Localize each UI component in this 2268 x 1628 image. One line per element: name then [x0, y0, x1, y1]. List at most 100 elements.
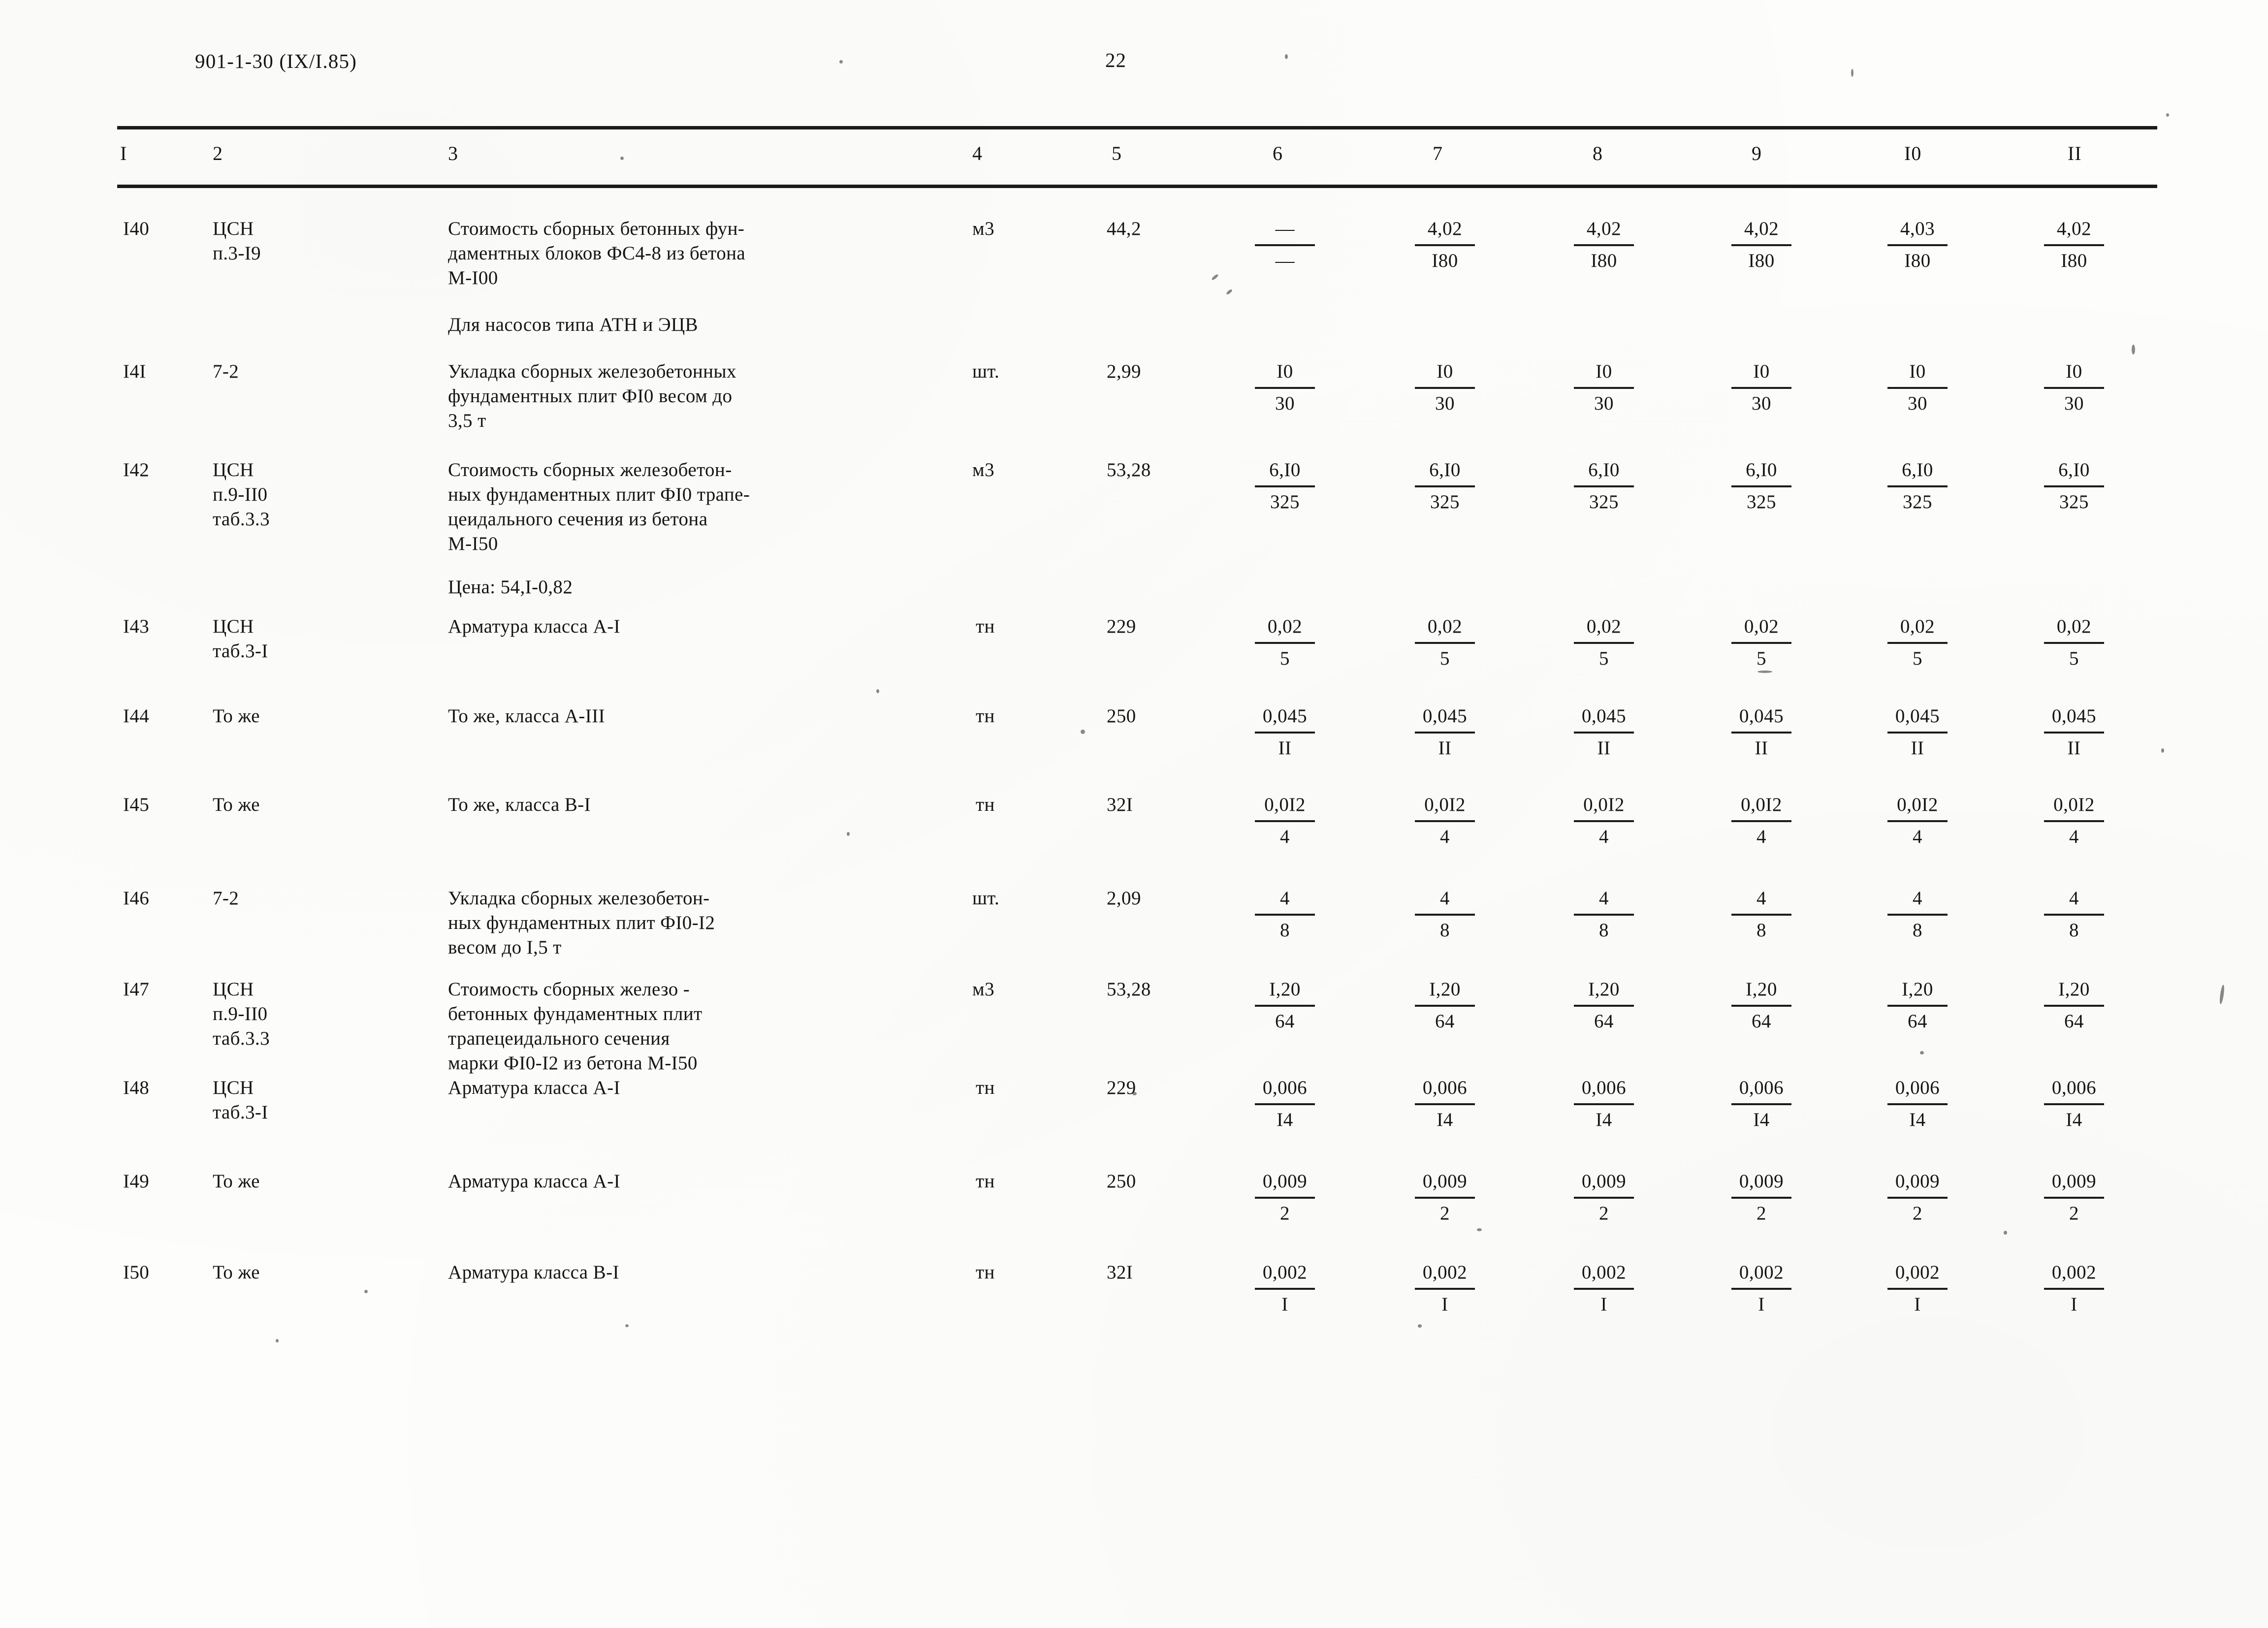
- fraction-bar: [1887, 642, 1948, 644]
- value-cell-col9: 6,I0 325: [1715, 459, 1808, 513]
- row-description: Арматура класса А-I: [448, 1077, 620, 1098]
- fraction-bar: [1574, 485, 1634, 487]
- row-description: Стоимость сборных железобетон- ных фунда…: [448, 459, 750, 554]
- row-code: 7-2: [213, 888, 239, 909]
- value-cell-col9: 0,006 I4: [1715, 1077, 1808, 1131]
- value-cell-col9: 0,045 II: [1715, 705, 1808, 760]
- row-quantity: 53,28: [1107, 979, 1151, 1000]
- fraction-bar: [1574, 244, 1634, 246]
- value-cell-col8: 6,I0 325: [1557, 459, 1651, 513]
- value-cell-col6: 0,006 I4: [1238, 1077, 1332, 1131]
- value-cell-col7: 4 8: [1398, 887, 1492, 942]
- fraction-bar: [1415, 820, 1475, 822]
- row-quantity: 2,09: [1107, 888, 1141, 909]
- row-quantity: 229: [1107, 1077, 1136, 1098]
- value-cell-col11: 0,009 2: [2027, 1170, 2121, 1225]
- column-header-9: 9: [1752, 142, 1762, 164]
- value-cell-col6: 4 8: [1238, 887, 1332, 942]
- fraction-bar: [1255, 1197, 1315, 1199]
- table-header-rule: [117, 185, 2157, 188]
- fraction-bar: [1731, 1103, 1791, 1105]
- fraction-bar: [1255, 642, 1315, 644]
- row-unit: тн: [976, 794, 995, 815]
- row-code: 7-2: [213, 361, 239, 382]
- value-cell-col8: I0 30: [1557, 360, 1651, 415]
- row-number: I49: [123, 1171, 150, 1192]
- row-number: I47: [123, 979, 150, 1000]
- fraction-bar: [1731, 387, 1791, 389]
- value-cell-col9: 0,009 2: [1715, 1170, 1808, 1225]
- fraction-bar: [1731, 1005, 1791, 1007]
- value-cell-col10: I,20 64: [1871, 978, 1964, 1033]
- value-cell-col10: 0,009 2: [1871, 1170, 1964, 1225]
- row-quantity: 250: [1107, 1171, 1136, 1192]
- fraction-bar: [1574, 1005, 1634, 1007]
- fraction-bar: [2044, 1288, 2104, 1290]
- column-header-8: 8: [1593, 142, 1603, 164]
- value-cell-col6: 0,002 I: [1238, 1261, 1332, 1316]
- fraction-bar: [1574, 387, 1634, 389]
- value-cell-col11: 4,02 I80: [2027, 218, 2121, 272]
- fraction-bar: [1574, 820, 1634, 822]
- document-code: 901-1-30 (IX/I.85): [195, 50, 357, 72]
- fraction-bar: [1255, 1288, 1315, 1290]
- row-code: ЦСН п.3-I9: [213, 218, 261, 264]
- fraction-bar: [1255, 485, 1315, 487]
- fraction-bar: [2044, 1197, 2104, 1199]
- row-description: Укладка сборных железобетонных фундамент…: [448, 361, 736, 431]
- value-cell-col11: 6,I0 325: [2027, 459, 2121, 513]
- row-unit: тн: [976, 705, 995, 727]
- row-description: То же, класса А-III: [448, 705, 605, 727]
- row-number: I50: [123, 1262, 150, 1283]
- value-cell-col8: 0,009 2: [1557, 1170, 1651, 1225]
- row-code: То же: [213, 1171, 260, 1192]
- value-cell-col6: 0,009 2: [1238, 1170, 1332, 1225]
- fraction-bar: [1887, 1197, 1948, 1199]
- row-quantity: 44,2: [1107, 218, 1141, 239]
- fraction-bar: [1887, 820, 1948, 822]
- value-cell-col10: 0,002 I: [1871, 1261, 1964, 1316]
- fraction-bar: [1415, 642, 1475, 644]
- fraction-bar: [1731, 244, 1791, 246]
- fraction-bar: [1415, 914, 1475, 916]
- column-header-4: 4: [972, 142, 983, 164]
- row-description: Укладка сборных железобетон- ных фундаме…: [448, 888, 715, 958]
- row-description: Стоимость сборных железо - бетонных фунд…: [448, 979, 703, 1074]
- value-cell-col6: 0,045 II: [1238, 705, 1332, 760]
- row-description: Стоимость сборных бетонных фун- даментны…: [448, 218, 746, 288]
- value-cell-col11: 4 8: [2027, 887, 2121, 942]
- fraction-bar: [1415, 485, 1475, 487]
- value-cell-col6: I,20 64: [1238, 978, 1332, 1033]
- fraction-bar: [1731, 732, 1791, 734]
- row-unit: м3: [972, 459, 994, 480]
- value-cell-col7: 0,0I2 4: [1398, 794, 1492, 848]
- row-description: Арматура класса А-I: [448, 616, 620, 637]
- value-cell-col6: I0 30: [1238, 360, 1332, 415]
- value-cell-col9: 0,002 I: [1715, 1261, 1808, 1316]
- fraction-bar: [1415, 1005, 1475, 1007]
- row-quantity: 229: [1107, 616, 1136, 637]
- fraction-bar: [1887, 1005, 1948, 1007]
- note-pump-types: Для насосов типа АТН и ЭЦВ: [448, 314, 698, 335]
- fraction-bar: [2044, 732, 2104, 734]
- row-unit: м3: [972, 979, 994, 1000]
- value-cell-col9: 0,0I2 4: [1715, 794, 1808, 848]
- fraction-bar: [2044, 485, 2104, 487]
- value-cell-col11: 0,002 I: [2027, 1261, 2121, 1316]
- column-header-2: 2: [213, 142, 223, 164]
- value-cell-col9: I,20 64: [1715, 978, 1808, 1033]
- fraction-bar: [1255, 820, 1315, 822]
- value-cell-col7: 0,02 5: [1398, 615, 1492, 670]
- value-cell-col8: 0,006 I4: [1557, 1077, 1651, 1131]
- row-number: I40: [123, 218, 150, 239]
- row-description: Арматура класса В-I: [448, 1262, 619, 1283]
- value-cell-col6: — —: [1238, 218, 1332, 272]
- row-quantity: 2,99: [1107, 361, 1141, 382]
- row-unit: м3: [972, 218, 994, 239]
- fraction-bar: [1731, 642, 1791, 644]
- row-number: I42: [123, 459, 150, 480]
- row-number: I48: [123, 1077, 150, 1098]
- row-quantity: 32I: [1107, 794, 1133, 815]
- row-description: Арматура класса А-I: [448, 1171, 620, 1192]
- fraction-bar: [1415, 387, 1475, 389]
